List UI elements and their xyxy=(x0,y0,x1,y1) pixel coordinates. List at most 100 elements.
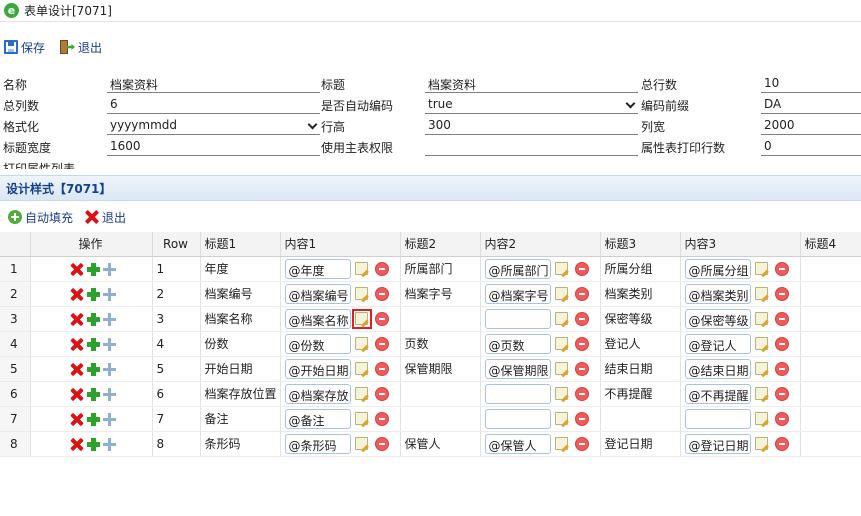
edit-field-button[interactable] xyxy=(552,409,572,429)
add-row-icon[interactable] xyxy=(86,437,100,451)
remove-circle-icon[interactable] xyxy=(374,336,389,351)
remove-circle-icon[interactable] xyxy=(574,361,589,376)
remove-circle-icon[interactable] xyxy=(374,411,389,426)
delete-row-icon[interactable] xyxy=(71,313,84,326)
content-input[interactable]: @档案编号 xyxy=(284,283,351,304)
title1-cell[interactable]: 档案名称 xyxy=(200,306,281,332)
edit-field-button[interactable] xyxy=(752,284,772,304)
delete-row-icon[interactable] xyxy=(71,338,84,351)
edit-field-button[interactable] xyxy=(552,284,572,304)
content-input[interactable] xyxy=(484,308,551,329)
form-select[interactable]: yyyymmdd xyxy=(107,115,320,135)
add-row-icon[interactable] xyxy=(86,287,100,301)
edit-field-button[interactable] xyxy=(552,434,572,454)
form-input[interactable] xyxy=(425,136,638,156)
move-row-icon[interactable] xyxy=(102,362,116,376)
delete-row-icon[interactable] xyxy=(71,388,84,401)
content-input[interactable]: @页数 xyxy=(484,333,551,354)
edit-field-button[interactable] xyxy=(352,259,372,279)
delete-row-icon[interactable] xyxy=(71,263,84,276)
title2-cell[interactable] xyxy=(400,306,481,332)
edit-field-button[interactable] xyxy=(752,359,772,379)
content-input[interactable]: @档案类别 xyxy=(684,283,751,304)
column-header[interactable]: Row xyxy=(152,232,201,257)
add-row-icon[interactable] xyxy=(86,312,100,326)
title3-cell[interactable]: 登记日期 xyxy=(600,431,681,457)
title1-cell[interactable]: 年度 xyxy=(200,256,281,282)
title2-cell[interactable]: 页数 xyxy=(400,331,481,357)
title3-cell[interactable]: 档案类别 xyxy=(600,281,681,307)
edit-field-button[interactable] xyxy=(752,259,772,279)
content-input[interactable]: @保管人 xyxy=(484,433,551,454)
title4-cell[interactable] xyxy=(800,406,861,432)
content-input[interactable]: @结束日期 xyxy=(684,358,751,379)
form-input[interactable]: 档案资料 xyxy=(107,73,320,93)
content-input[interactable]: @年度 xyxy=(284,258,351,279)
edit-field-button[interactable] xyxy=(752,309,772,329)
edit-field-button[interactable] xyxy=(552,309,572,329)
column-header[interactable]: 标题4 xyxy=(800,232,861,257)
move-row-icon[interactable] xyxy=(102,437,116,451)
edit-field-button[interactable] xyxy=(752,409,772,429)
delete-row-icon[interactable] xyxy=(71,438,84,451)
remove-circle-icon[interactable] xyxy=(374,261,389,276)
title1-cell[interactable]: 条形码 xyxy=(200,431,281,457)
edit-field-button[interactable] xyxy=(752,334,772,354)
title1-cell[interactable]: 开始日期 xyxy=(200,356,281,382)
title1-cell[interactable]: 备注 xyxy=(200,406,281,432)
title4-cell[interactable] xyxy=(800,256,861,282)
form-select[interactable]: true xyxy=(425,94,638,114)
edit-field-button[interactable] xyxy=(352,284,372,304)
remove-circle-icon[interactable] xyxy=(774,386,789,401)
content-input[interactable]: @开始日期 xyxy=(284,358,351,379)
title1-cell[interactable]: 档案存放位置 xyxy=(200,381,281,407)
title2-cell[interactable] xyxy=(400,381,481,407)
edit-field-button[interactable] xyxy=(352,409,372,429)
column-header[interactable]: 标题1 xyxy=(200,232,281,257)
content-input[interactable]: @档案字号 xyxy=(484,283,551,304)
edit-field-button[interactable] xyxy=(752,434,772,454)
title4-cell[interactable] xyxy=(800,431,861,457)
delete-row-icon[interactable] xyxy=(71,363,84,376)
form-input[interactable]: 0 xyxy=(761,136,861,156)
content-input[interactable]: @所属部门 xyxy=(484,258,551,279)
title2-cell[interactable]: 保管期限 xyxy=(400,356,481,382)
title4-cell[interactable] xyxy=(800,306,861,332)
move-row-icon[interactable] xyxy=(102,412,116,426)
remove-circle-icon[interactable] xyxy=(574,436,589,451)
column-header[interactable]: 标题2 xyxy=(400,232,481,257)
move-row-icon[interactable] xyxy=(102,262,116,276)
edit-field-button[interactable] xyxy=(552,259,572,279)
remove-circle-icon[interactable] xyxy=(574,411,589,426)
remove-circle-icon[interactable] xyxy=(574,386,589,401)
edit-field-button[interactable] xyxy=(352,334,372,354)
edit-field-button[interactable] xyxy=(552,334,572,354)
content-input[interactable] xyxy=(484,383,551,404)
edit-field-button[interactable] xyxy=(552,359,572,379)
remove-circle-icon[interactable] xyxy=(774,361,789,376)
content-input[interactable]: @保管期限 xyxy=(484,358,551,379)
title4-cell[interactable] xyxy=(800,356,861,382)
move-row-icon[interactable] xyxy=(102,287,116,301)
edit-field-button[interactable] xyxy=(752,384,772,404)
edit-field-button[interactable] xyxy=(552,384,572,404)
design-exit-button[interactable]: 退出 xyxy=(85,209,126,226)
title2-cell[interactable] xyxy=(400,406,481,432)
autofill-button[interactable]: 自动填充 xyxy=(8,209,73,226)
edit-field-button[interactable] xyxy=(351,308,372,329)
remove-circle-icon[interactable] xyxy=(374,386,389,401)
add-row-icon[interactable] xyxy=(86,412,100,426)
remove-circle-icon[interactable] xyxy=(574,336,589,351)
content-input[interactable]: @份数 xyxy=(284,333,351,354)
column-header[interactable]: 内容2 xyxy=(480,232,601,257)
column-header[interactable]: 内容1 xyxy=(280,232,401,257)
title3-cell[interactable]: 所属分组 xyxy=(600,256,681,282)
column-header[interactable]: 操作 xyxy=(30,232,153,257)
edit-field-button[interactable] xyxy=(352,434,372,454)
title3-cell[interactable] xyxy=(600,406,681,432)
content-input[interactable]: @档案存放 xyxy=(284,383,351,404)
content-input[interactable] xyxy=(484,408,551,429)
content-input[interactable]: @登记人 xyxy=(684,333,751,354)
content-input[interactable]: @登记日期 xyxy=(684,433,751,454)
title2-cell[interactable]: 档案字号 xyxy=(400,281,481,307)
